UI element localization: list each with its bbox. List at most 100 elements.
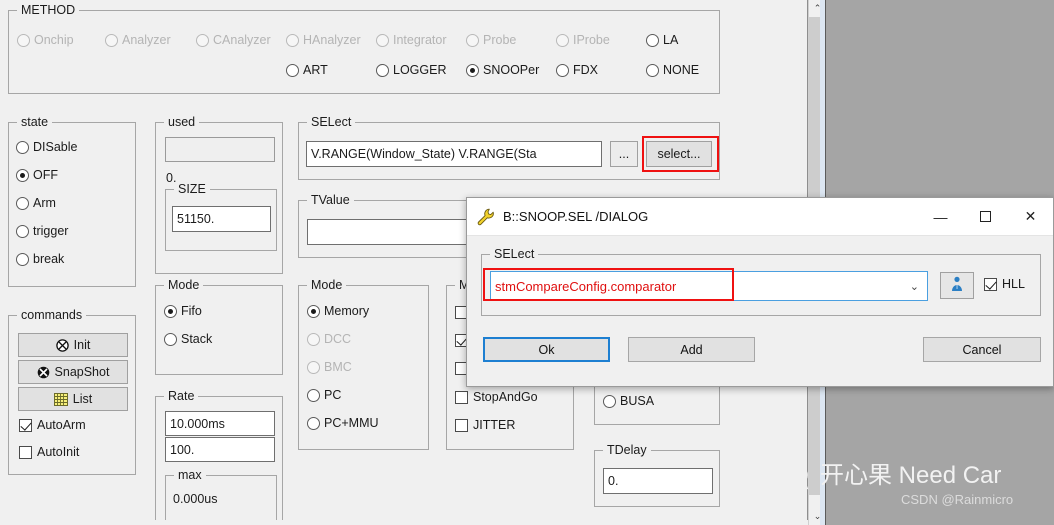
radio-label: DCC bbox=[324, 332, 352, 346]
init-button[interactable]: Init bbox=[18, 333, 128, 357]
radio-none[interactable]: NONE bbox=[646, 63, 699, 77]
radio-snooper[interactable]: SNOOPer bbox=[466, 63, 539, 77]
snoop-sel-dialog: B::SNOOP.SEL /DIALOG — ✕ SELect stmCompa… bbox=[466, 197, 1054, 387]
minimize-button[interactable]: — bbox=[918, 198, 963, 235]
radio-dot-icon bbox=[164, 304, 177, 318]
info-person-icon: i bbox=[950, 276, 964, 295]
autoarm-checkbox[interactable]: AutoArm bbox=[19, 418, 86, 432]
radio-integrator[interactable]: Integrator bbox=[376, 33, 447, 47]
radio-label: HAnalyzer bbox=[303, 33, 361, 47]
dialog-body: SELect stmCompareConfig.comparator ⌄ i H… bbox=[467, 236, 1053, 387]
list-button[interactable]: List bbox=[18, 387, 128, 411]
method-group-label: METHOD bbox=[17, 3, 80, 17]
radio-label: Arm bbox=[33, 196, 56, 210]
size-group: SIZE 51150. bbox=[165, 182, 277, 251]
autoinit-checkbox[interactable]: AutoInit bbox=[19, 445, 79, 459]
snapshot-button[interactable]: SnapShot bbox=[18, 360, 128, 384]
close-button[interactable]: ✕ bbox=[1008, 198, 1053, 235]
radio-label: Integrator bbox=[393, 33, 447, 47]
tdelay-input[interactable]: 0. bbox=[603, 468, 713, 494]
radio-dot-icon bbox=[307, 360, 320, 374]
radio-break[interactable]: break bbox=[16, 252, 64, 266]
radio-canalyzer[interactable]: CAnalyzer bbox=[196, 33, 271, 47]
radio-label: NONE bbox=[663, 63, 700, 77]
maximize-button[interactable] bbox=[963, 198, 1008, 235]
rate-group-label: Rate bbox=[164, 389, 199, 403]
used-progress-field[interactable] bbox=[165, 137, 275, 162]
dialog-select-label: SELect bbox=[490, 247, 539, 261]
stopandgo-label: StopAndGo bbox=[473, 390, 538, 404]
radio-dot-icon bbox=[466, 33, 479, 47]
chevron-down-icon[interactable]: ⌄ bbox=[910, 280, 923, 293]
dialog-cancel-button[interactable]: Cancel bbox=[923, 337, 1041, 362]
max-value-text: 0.000us bbox=[173, 492, 218, 506]
radio-analyzer[interactable]: Analyzer bbox=[105, 33, 171, 47]
checkbox-icon bbox=[19, 445, 32, 459]
radio-fifo[interactable]: Fifo bbox=[164, 304, 202, 318]
rate-input-secondary[interactable]: 100. bbox=[165, 437, 275, 462]
radio-pc[interactable]: PC bbox=[307, 388, 341, 402]
dialog-add-button[interactable]: Add bbox=[628, 337, 755, 362]
radio-arm[interactable]: Arm bbox=[16, 196, 56, 210]
radio-dot-icon bbox=[603, 394, 616, 408]
select-button[interactable]: select... bbox=[646, 141, 712, 167]
rate-input-primary[interactable]: 10.000ms bbox=[165, 411, 275, 436]
radio-art[interactable]: ART bbox=[286, 63, 328, 77]
jitter-checkbox[interactable]: JITTER bbox=[455, 418, 515, 432]
dialog-ok-button[interactable]: Ok bbox=[483, 337, 610, 362]
radio-logger[interactable]: LOGGER bbox=[376, 63, 447, 77]
circle-x-outline-icon bbox=[55, 338, 69, 352]
radio-busa[interactable]: BUSA bbox=[603, 394, 654, 408]
radio-dot-icon bbox=[17, 33, 30, 47]
radio-dot-icon bbox=[16, 224, 29, 238]
radio-label: ART bbox=[303, 63, 328, 77]
commands-group: commands Init SnapShot List AutoArm Auto… bbox=[8, 308, 136, 475]
select-group-label: SELect bbox=[307, 115, 356, 129]
jitter-label: JITTER bbox=[473, 418, 516, 432]
radio-off[interactable]: OFF bbox=[16, 168, 58, 182]
state-group-label: state bbox=[17, 115, 53, 129]
radio-onchip[interactable]: Onchip bbox=[17, 33, 74, 47]
radio-iprobe[interactable]: IProbe bbox=[556, 33, 610, 47]
tvalue-group: TValue bbox=[298, 193, 480, 258]
radio-stack[interactable]: Stack bbox=[164, 332, 212, 346]
radio-pcmmu[interactable]: PC+MMU bbox=[307, 416, 379, 430]
dialog-select-combo[interactable]: stmCompareConfig.comparator ⌄ bbox=[490, 271, 928, 301]
radio-fdx[interactable]: FDX bbox=[556, 63, 598, 77]
tdelay-group-label: TDelay bbox=[603, 443, 651, 457]
radio-dot-icon bbox=[286, 63, 299, 77]
radio-dcc[interactable]: DCC bbox=[307, 332, 351, 346]
watermark: 开心果 Need Car bbox=[760, 452, 1001, 493]
init-button-label: Init bbox=[73, 338, 91, 352]
checkbox-icon bbox=[19, 418, 32, 432]
select-group: SELect V.RANGE(Window_State) V.RANGE(Sta… bbox=[298, 115, 720, 180]
checkbox-icon bbox=[455, 390, 468, 404]
checkbox-icon bbox=[455, 418, 468, 432]
select-input[interactable]: V.RANGE(Window_State) V.RANGE(Sta bbox=[306, 141, 602, 167]
radio-memory[interactable]: Memory bbox=[307, 304, 369, 318]
dialog-info-button[interactable]: i bbox=[940, 272, 974, 299]
radio-disable[interactable]: DISable bbox=[16, 140, 77, 154]
radio-trigger[interactable]: trigger bbox=[16, 224, 68, 238]
panel-bottom-edge bbox=[0, 520, 808, 525]
stopandgo-checkbox[interactable]: StopAndGo bbox=[455, 390, 538, 404]
mode-fifo-group: Mode Fifo Stack bbox=[155, 278, 283, 375]
select-ellipsis-button[interactable]: ... bbox=[610, 141, 638, 167]
radio-label: DISable bbox=[33, 140, 78, 154]
radio-probe[interactable]: Probe bbox=[466, 33, 516, 47]
size-input[interactable]: 51150. bbox=[172, 206, 271, 232]
radio-la[interactable]: LA bbox=[646, 33, 678, 47]
hll-checkbox[interactable]: HLL bbox=[984, 277, 1025, 291]
radio-bmc[interactable]: BMC bbox=[307, 360, 352, 374]
dialog-select-value: stmCompareConfig.comparator bbox=[495, 278, 677, 294]
radio-hanalyzer[interactable]: HAnalyzer bbox=[286, 33, 361, 47]
dialog-title-bar[interactable]: B::SNOOP.SEL /DIALOG — ✕ bbox=[467, 198, 1053, 236]
tvalue-input[interactable] bbox=[307, 219, 473, 245]
radio-label: FDX bbox=[573, 63, 598, 77]
radio-dot-icon bbox=[164, 332, 177, 346]
radio-label: Fifo bbox=[181, 304, 202, 318]
used-group-label: used bbox=[164, 115, 200, 129]
radio-dot-icon bbox=[307, 332, 320, 346]
state-group: state DISable OFF Arm trigger break bbox=[8, 115, 136, 287]
radio-label: OFF bbox=[33, 168, 58, 182]
